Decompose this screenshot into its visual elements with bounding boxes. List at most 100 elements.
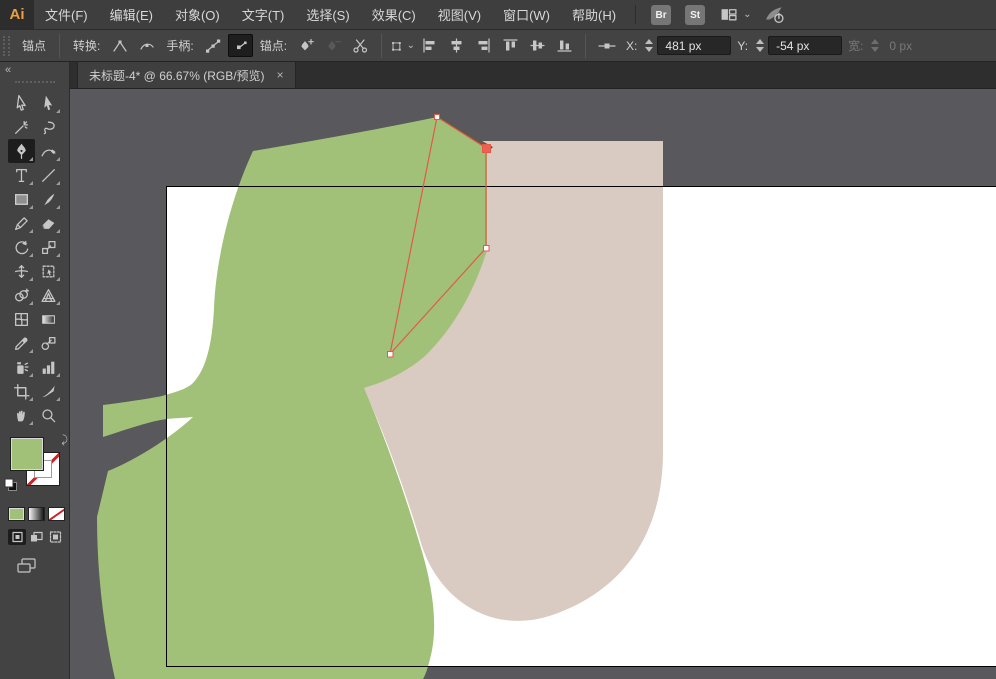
draw-behind-button[interactable] [27, 529, 45, 545]
draw-inside-button[interactable] [46, 529, 64, 545]
show-handles-icon [205, 38, 221, 54]
magic-wand-tool[interactable] [8, 115, 35, 139]
anchor-point-selected[interactable] [483, 145, 491, 153]
artboard-tool[interactable] [8, 379, 35, 403]
menu-file[interactable]: 文件(F) [34, 0, 99, 29]
document-tab-title: 未标题-4* @ 66.67% (RGB/预览) [89, 67, 265, 84]
gradient-tool[interactable] [35, 307, 62, 331]
default-fill-stroke-icon[interactable] [4, 478, 18, 497]
menu-select[interactable]: 选择(S) [295, 0, 360, 29]
paintbrush-tool[interactable] [35, 187, 62, 211]
pen-tool[interactable] [8, 139, 35, 163]
menu-view[interactable]: 视图(V) [427, 0, 492, 29]
document-tab[interactable]: 未标题-4* @ 66.67% (RGB/预览) × [77, 62, 296, 88]
align-horizontal-left-button[interactable] [417, 34, 442, 57]
corner-point-icon [112, 38, 128, 54]
align-vertical-top-button[interactable] [498, 34, 523, 57]
eyedropper-tool[interactable] [8, 331, 35, 355]
free-transform-tool[interactable] [35, 259, 62, 283]
cut-path-button[interactable] [348, 34, 373, 57]
align-vertical-bottom-button[interactable] [552, 34, 577, 57]
show-handles-button[interactable] [201, 34, 226, 57]
app-logo: Ai [0, 0, 34, 29]
color-button[interactable] [8, 507, 25, 521]
menu-edit[interactable]: 编辑(E) [99, 0, 164, 29]
none-button[interactable] [48, 507, 65, 521]
anchor-point[interactable] [484, 246, 490, 252]
x-input[interactable]: 481 px [657, 36, 731, 55]
swap-fill-stroke-icon[interactable]: ⤸ [61, 434, 68, 447]
line-segment-tool[interactable] [35, 163, 62, 187]
width-tool[interactable] [8, 259, 35, 283]
gpu-performance-button[interactable] [763, 0, 787, 29]
y-input[interactable]: -54 px [768, 36, 842, 55]
panel-grip[interactable] [15, 81, 55, 85]
paint-style-buttons [8, 507, 69, 521]
close-tab-icon[interactable]: × [277, 68, 284, 82]
canvas-viewport[interactable] [70, 89, 996, 679]
collapse-panel-button[interactable]: « [0, 62, 69, 78]
chevron-down-icon: ⌄ [743, 9, 751, 20]
workspace-switcher-button[interactable]: ⌄ [718, 0, 751, 29]
illustrator-window: Ai 文件(F) 编辑(E) 对象(O) 文字(T) 选择(S) 效果(C) 视… [0, 0, 996, 679]
shape-builder-tool[interactable] [8, 283, 35, 307]
align-vertical-center-button[interactable] [525, 34, 550, 57]
symbol-sprayer-tool[interactable] [8, 355, 35, 379]
zoom-tool[interactable] [35, 403, 62, 427]
blend-tool[interactable] [35, 331, 62, 355]
control-bar-grip[interactable] [3, 36, 10, 56]
anchor-point-reference-widget[interactable] [594, 34, 619, 57]
transform-options-button[interactable]: ⌄ [390, 34, 415, 57]
width-value: 0 px [889, 39, 912, 53]
menu-window[interactable]: 窗口(W) [492, 0, 561, 29]
slice-tool[interactable] [35, 379, 62, 403]
curvature-tool[interactable] [35, 139, 62, 163]
hide-handles-button[interactable] [228, 34, 253, 57]
convert-to-smooth-button[interactable] [134, 34, 159, 57]
menu-object[interactable]: 对象(O) [164, 0, 231, 29]
bridge-button[interactable]: Br [651, 5, 671, 25]
anchors-label: 锚点: [260, 37, 287, 54]
draw-normal-button[interactable] [8, 529, 26, 545]
screen-mode-button[interactable] [16, 557, 69, 580]
menu-type[interactable]: 文字(T) [231, 0, 296, 29]
stock-button[interactable]: St [685, 5, 705, 25]
width-label: 宽: [848, 37, 863, 54]
scale-tool[interactable] [35, 235, 62, 259]
x-label: X: [626, 39, 637, 53]
menu-help[interactable]: 帮助(H) [561, 0, 627, 29]
selection-tool[interactable] [8, 91, 35, 115]
type-tool[interactable] [8, 163, 35, 187]
add-anchor-button[interactable] [294, 34, 319, 57]
perspective-grid-tool[interactable] [35, 283, 62, 307]
menu-effect[interactable]: 效果(C) [361, 0, 427, 29]
menu-separator [635, 5, 636, 24]
rectangle-tool[interactable] [8, 187, 35, 211]
align-horizontal-right-button[interactable] [471, 34, 496, 57]
remove-anchor-button[interactable] [321, 34, 346, 57]
tools-panel: « [0, 62, 70, 679]
column-graph-tool[interactable] [35, 355, 62, 379]
direct-selection-tool[interactable] [35, 91, 62, 115]
tool-grid [0, 91, 69, 427]
eraser-tool[interactable] [35, 211, 62, 235]
anchor-point[interactable] [388, 352, 394, 358]
x-stepper[interactable] [645, 39, 653, 52]
fill-stroke-controls: ⤸ [6, 437, 66, 499]
align-h-right-icon [475, 37, 492, 54]
shaper-tool[interactable] [8, 211, 35, 235]
anchor-point[interactable] [435, 115, 440, 120]
hand-tool[interactable] [8, 403, 35, 427]
convert-to-corner-button[interactable] [107, 34, 132, 57]
align-horizontal-center-button[interactable] [444, 34, 469, 57]
lasso-tool[interactable] [35, 115, 62, 139]
align-h-center-icon [448, 37, 465, 54]
artwork-canvas[interactable] [70, 89, 996, 679]
rotate-tool[interactable] [8, 235, 35, 259]
y-stepper[interactable] [756, 39, 764, 52]
menu-bar: Ai 文件(F) 编辑(E) 对象(O) 文字(T) 选择(S) 效果(C) 视… [0, 0, 996, 30]
gradient-button[interactable] [28, 507, 45, 521]
mesh-tool[interactable] [8, 307, 35, 331]
fill-color-swatch[interactable] [10, 437, 44, 471]
handles-label: 手柄: [166, 37, 193, 54]
